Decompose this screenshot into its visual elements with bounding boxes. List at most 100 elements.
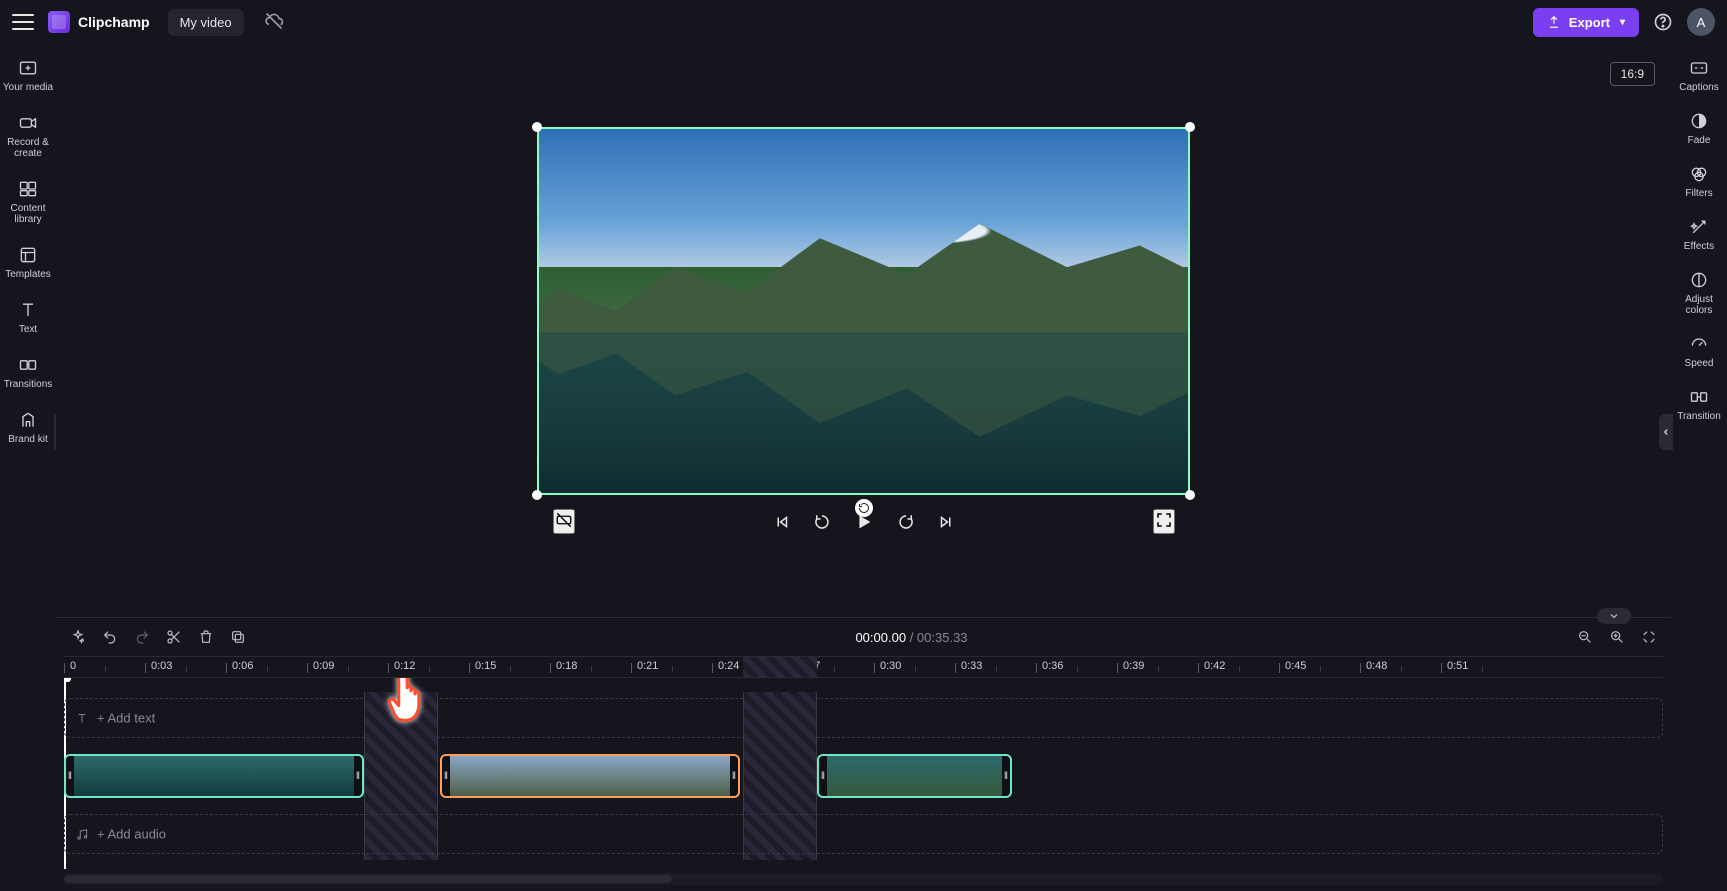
fit-button[interactable]	[1641, 629, 1657, 645]
timeline-collapse-button[interactable]	[1597, 608, 1631, 624]
rotate-handle[interactable]	[855, 499, 873, 517]
rail-record-create[interactable]: Record & create	[1, 107, 55, 165]
account-avatar[interactable]: A	[1687, 8, 1715, 36]
timeline-toolbar: 00:00.00 / 00:35.33	[56, 618, 1671, 656]
video-clip-3[interactable]: ‖ ‖	[817, 754, 1012, 798]
step-fwd-button[interactable]	[897, 513, 915, 531]
project-title[interactable]: My video	[168, 9, 244, 36]
skip-start-button[interactable]	[773, 513, 791, 531]
fwd-5-icon	[897, 513, 915, 531]
clip-trim-right[interactable]: ‖	[730, 756, 738, 796]
sparkle-icon	[70, 629, 86, 645]
selection-handle-bl[interactable]	[532, 490, 542, 500]
redo-icon	[134, 629, 150, 645]
right-rail-expand[interactable]	[1659, 414, 1673, 450]
rail-your-media[interactable]: Your media	[1, 52, 55, 99]
selection-handle-br[interactable]	[1185, 490, 1195, 500]
split-button[interactable]	[166, 629, 182, 645]
preview-stage: 16:9	[56, 44, 1671, 617]
chevron-down-icon: ▾	[1620, 17, 1625, 28]
chevron-left-icon	[1661, 427, 1671, 437]
zoom-out-button[interactable]	[1577, 629, 1593, 645]
preview-canvas[interactable]	[537, 127, 1190, 495]
trash-icon	[198, 629, 214, 645]
rail-brand-kit[interactable]: Brand kit	[1, 404, 55, 451]
zoom-in-icon	[1609, 629, 1625, 645]
aspect-ratio-button[interactable]: 16:9	[1610, 62, 1655, 86]
right-rail: Captions Fade Filters Effects Adjust col…	[1671, 44, 1727, 891]
clip-trim-right[interactable]: ‖	[1002, 756, 1010, 796]
rrail-adjust-colors[interactable]: Adjust colors	[1672, 264, 1726, 322]
transitions-icon	[18, 355, 38, 375]
help-button[interactable]	[1649, 8, 1677, 36]
delete-button[interactable]	[198, 629, 214, 645]
undo-button[interactable]	[102, 629, 118, 645]
templates-icon	[18, 245, 38, 265]
rrail-speed[interactable]: Speed	[1672, 328, 1726, 375]
duplicate-icon	[230, 629, 246, 645]
auto-compose-button[interactable]	[70, 629, 86, 645]
left-rail: Your media Record & create Content libra…	[0, 44, 56, 891]
timeline-ruler[interactable]: 00:030:060:090:120:150:180:210:240:270:3…	[64, 656, 1663, 678]
undo-icon	[102, 629, 118, 645]
zoom-in-button[interactable]	[1609, 629, 1625, 645]
speed-icon	[1689, 334, 1709, 354]
rotate-icon	[858, 502, 870, 514]
brand-kit-icon	[18, 410, 38, 430]
clip-trim-left[interactable]: ‖	[442, 756, 450, 796]
duplicate-button[interactable]	[230, 629, 246, 645]
back-5-icon	[813, 513, 831, 531]
skip-fwd-icon	[937, 513, 955, 531]
text-track[interactable]: + Add text	[64, 698, 1663, 738]
playback-time: 00:00.00 / 00:35.33	[262, 630, 1561, 645]
timeline-scroll[interactable]	[64, 873, 1663, 885]
text-icon	[18, 300, 38, 320]
menu-button[interactable]	[12, 14, 34, 30]
fade-icon	[1689, 111, 1709, 131]
rrail-transition[interactable]: Transition	[1672, 381, 1726, 428]
cloud-off-icon[interactable]	[264, 11, 284, 34]
rrail-filters[interactable]: Filters	[1672, 158, 1726, 205]
clip-trim-right[interactable]: ‖	[354, 756, 362, 796]
step-back-button[interactable]	[813, 513, 831, 531]
rail-transitions[interactable]: Transitions	[1, 349, 55, 396]
timeline-panel: 00:00.00 / 00:35.33 00:030:060:090:120:1…	[56, 617, 1671, 891]
fullscreen-icon	[1155, 511, 1173, 529]
gap-indicator-ruler	[743, 657, 817, 677]
fullscreen-button[interactable]	[1153, 509, 1175, 534]
export-button[interactable]: Export ▾	[1533, 8, 1639, 37]
chevron-down-icon	[1608, 610, 1620, 622]
selection-handle-tl[interactable]	[532, 122, 542, 132]
export-label: Export	[1569, 15, 1610, 30]
rrail-fade[interactable]: Fade	[1672, 105, 1726, 152]
video-clip-2[interactable]: ‖ ‖	[440, 754, 740, 798]
camera-icon	[18, 113, 38, 133]
clipchamp-logo-icon	[48, 11, 70, 33]
text-track-hint: + Add text	[75, 711, 155, 726]
text-icon	[75, 711, 89, 725]
fit-icon	[1641, 629, 1657, 645]
effects-icon	[1689, 217, 1709, 237]
clip-trim-left[interactable]: ‖	[66, 756, 74, 796]
time-current: 00:00.00	[855, 630, 906, 645]
rrail-effects[interactable]: Effects	[1672, 211, 1726, 258]
rail-text[interactable]: Text	[1, 294, 55, 341]
redo-button[interactable]	[134, 629, 150, 645]
video-track[interactable]: ‖ ‖ ‖ ‖ ‖ ‖	[64, 752, 1663, 800]
captions-icon	[1689, 58, 1709, 78]
upload-icon	[1547, 15, 1561, 29]
clip-trim-left[interactable]: ‖	[819, 756, 827, 796]
brand[interactable]: Clipchamp	[48, 11, 150, 33]
adjust-colors-icon	[1689, 270, 1709, 290]
rail-content-library[interactable]: Content library	[1, 173, 55, 231]
media-plus-icon	[18, 58, 38, 78]
video-clip-1[interactable]: ‖ ‖	[64, 754, 364, 798]
hide-controls-button[interactable]	[553, 509, 575, 534]
rrail-captions[interactable]: Captions	[1672, 52, 1726, 99]
skip-back-icon	[773, 513, 791, 531]
audio-track[interactable]: + Add audio	[64, 814, 1663, 854]
skip-end-button[interactable]	[937, 513, 955, 531]
rail-templates[interactable]: Templates	[1, 239, 55, 286]
scroll-thumb[interactable]	[64, 875, 672, 883]
selection-handle-tr[interactable]	[1185, 122, 1195, 132]
